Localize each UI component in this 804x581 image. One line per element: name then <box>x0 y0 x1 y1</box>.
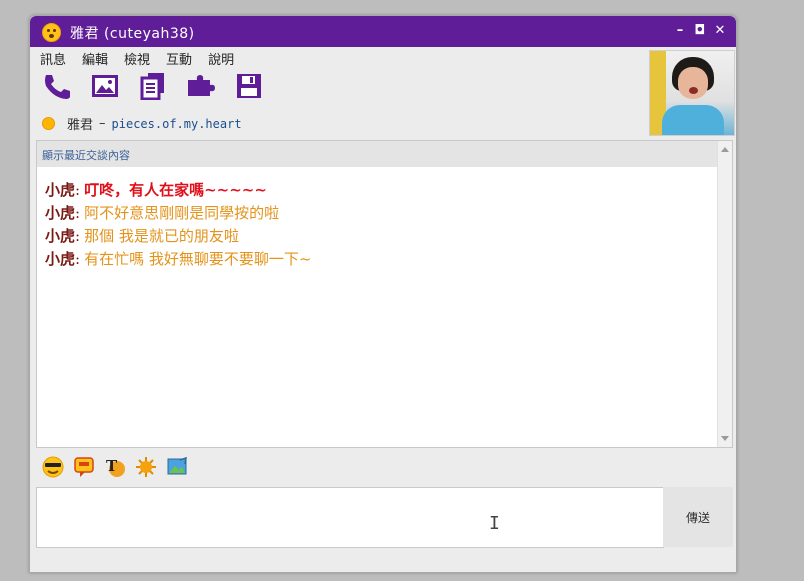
menu-message[interactable]: 訊息 <box>40 49 66 68</box>
status-separator: – <box>99 116 106 131</box>
menu-interact[interactable]: 互動 <box>166 49 192 68</box>
documents-icon[interactable] <box>138 72 170 101</box>
show-recent-history-link[interactable]: 顯示最近交談內容 <box>42 147 130 163</box>
message-sender: 小虎 <box>45 250 76 268</box>
chat-history[interactable]: 顯示最近交談內容 小虎: 叮咚，有人在家嗎~~~~~ 小虎: 阿不好意思剛剛是同學按的… <box>36 140 733 448</box>
chat-window: 雅君 (cuteyah38) – ◘ ✕ 訊息 編輯 檢視 互動 說明 雅君 –… <box>29 15 737 573</box>
close-button[interactable]: ✕ <box>712 22 728 40</box>
message-colon: : <box>75 227 81 245</box>
puzzle-icon[interactable] <box>186 72 218 100</box>
scroll-up-arrow-icon[interactable] <box>721 147 729 152</box>
message-text: 叮咚，有人在家嗎~~~~~ <box>84 181 267 199</box>
save-icon[interactable] <box>234 72 266 100</box>
message-sender: 小虎 <box>45 204 76 222</box>
chat-message: 小虎: 有在忙嗎 我好無聊要不要聊一下~ <box>45 248 311 271</box>
send-button[interactable]: 傳送 <box>663 487 733 547</box>
message-input[interactable]: I <box>36 487 664 548</box>
message-text: 有在忙嗎 我好無聊要不要聊一下~ <box>84 250 312 268</box>
window-controls: – ◘ ✕ <box>672 22 728 40</box>
message-colon: : <box>75 204 81 222</box>
sun-emoticon-icon[interactable] <box>135 456 157 478</box>
contact-name: 雅君 <box>67 118 94 133</box>
sunglasses-emoticon-icon[interactable] <box>42 456 64 478</box>
text-cursor-icon: I <box>489 513 500 534</box>
title-bar[interactable]: 雅君 (cuteyah38) – ◘ ✕ <box>30 16 736 47</box>
chat-message: 小虎: 阿不好意思剛剛是同學按的啦 <box>45 202 311 225</box>
online-status-icon <box>42 117 55 130</box>
contact-avatar[interactable] <box>649 50 735 136</box>
menu-help[interactable]: 說明 <box>208 49 234 68</box>
toolbar <box>42 72 282 101</box>
chat-message: 小虎: 那個 我是就已的朋友啦 <box>45 225 311 248</box>
message-list: 小虎: 叮咚，有人在家嗎~~~~~ 小虎: 阿不好意思剛剛是同學按的啦 小虎: 那個 我是… <box>45 179 311 271</box>
chat-message: 小虎: 叮咚，有人在家嗎~~~~~ <box>45 179 311 202</box>
photo-icon[interactable] <box>90 72 122 100</box>
menu-edit[interactable]: 編輯 <box>82 49 108 68</box>
smiley-status-icon <box>42 23 61 42</box>
phone-icon[interactable] <box>42 72 74 100</box>
minimize-button[interactable]: – <box>672 22 688 40</box>
maximize-button[interactable]: ◘ <box>692 22 708 40</box>
message-colon: : <box>75 250 81 268</box>
message-colon: : <box>75 181 81 199</box>
image-emoticon-icon[interactable] <box>166 456 188 478</box>
message-text: 那個 我是就已的朋友啦 <box>84 227 239 245</box>
menu-bar: 訊息 編輯 檢視 互動 說明 <box>40 49 250 68</box>
emoticon-bar: T <box>42 456 197 478</box>
status-message: pieces.of.my.heart <box>111 116 242 131</box>
history-bar: 顯示最近交談內容 <box>37 141 717 167</box>
menu-view[interactable]: 檢視 <box>124 49 150 68</box>
message-sender: 小虎 <box>45 227 76 245</box>
message-text: 阿不好意思剛剛是同學按的啦 <box>84 204 280 222</box>
font-style-icon[interactable]: T <box>104 456 126 478</box>
contact-status: 雅君 – pieces.of.my.heart <box>42 114 242 133</box>
scroll-down-arrow-icon[interactable] <box>721 436 729 441</box>
window-title: 雅君 (cuteyah38) <box>70 26 195 42</box>
speech-emoticon-icon[interactable] <box>73 456 95 478</box>
svg-text:T: T <box>106 457 118 475</box>
chat-scrollbar[interactable] <box>717 141 732 447</box>
message-sender: 小虎 <box>45 181 76 199</box>
